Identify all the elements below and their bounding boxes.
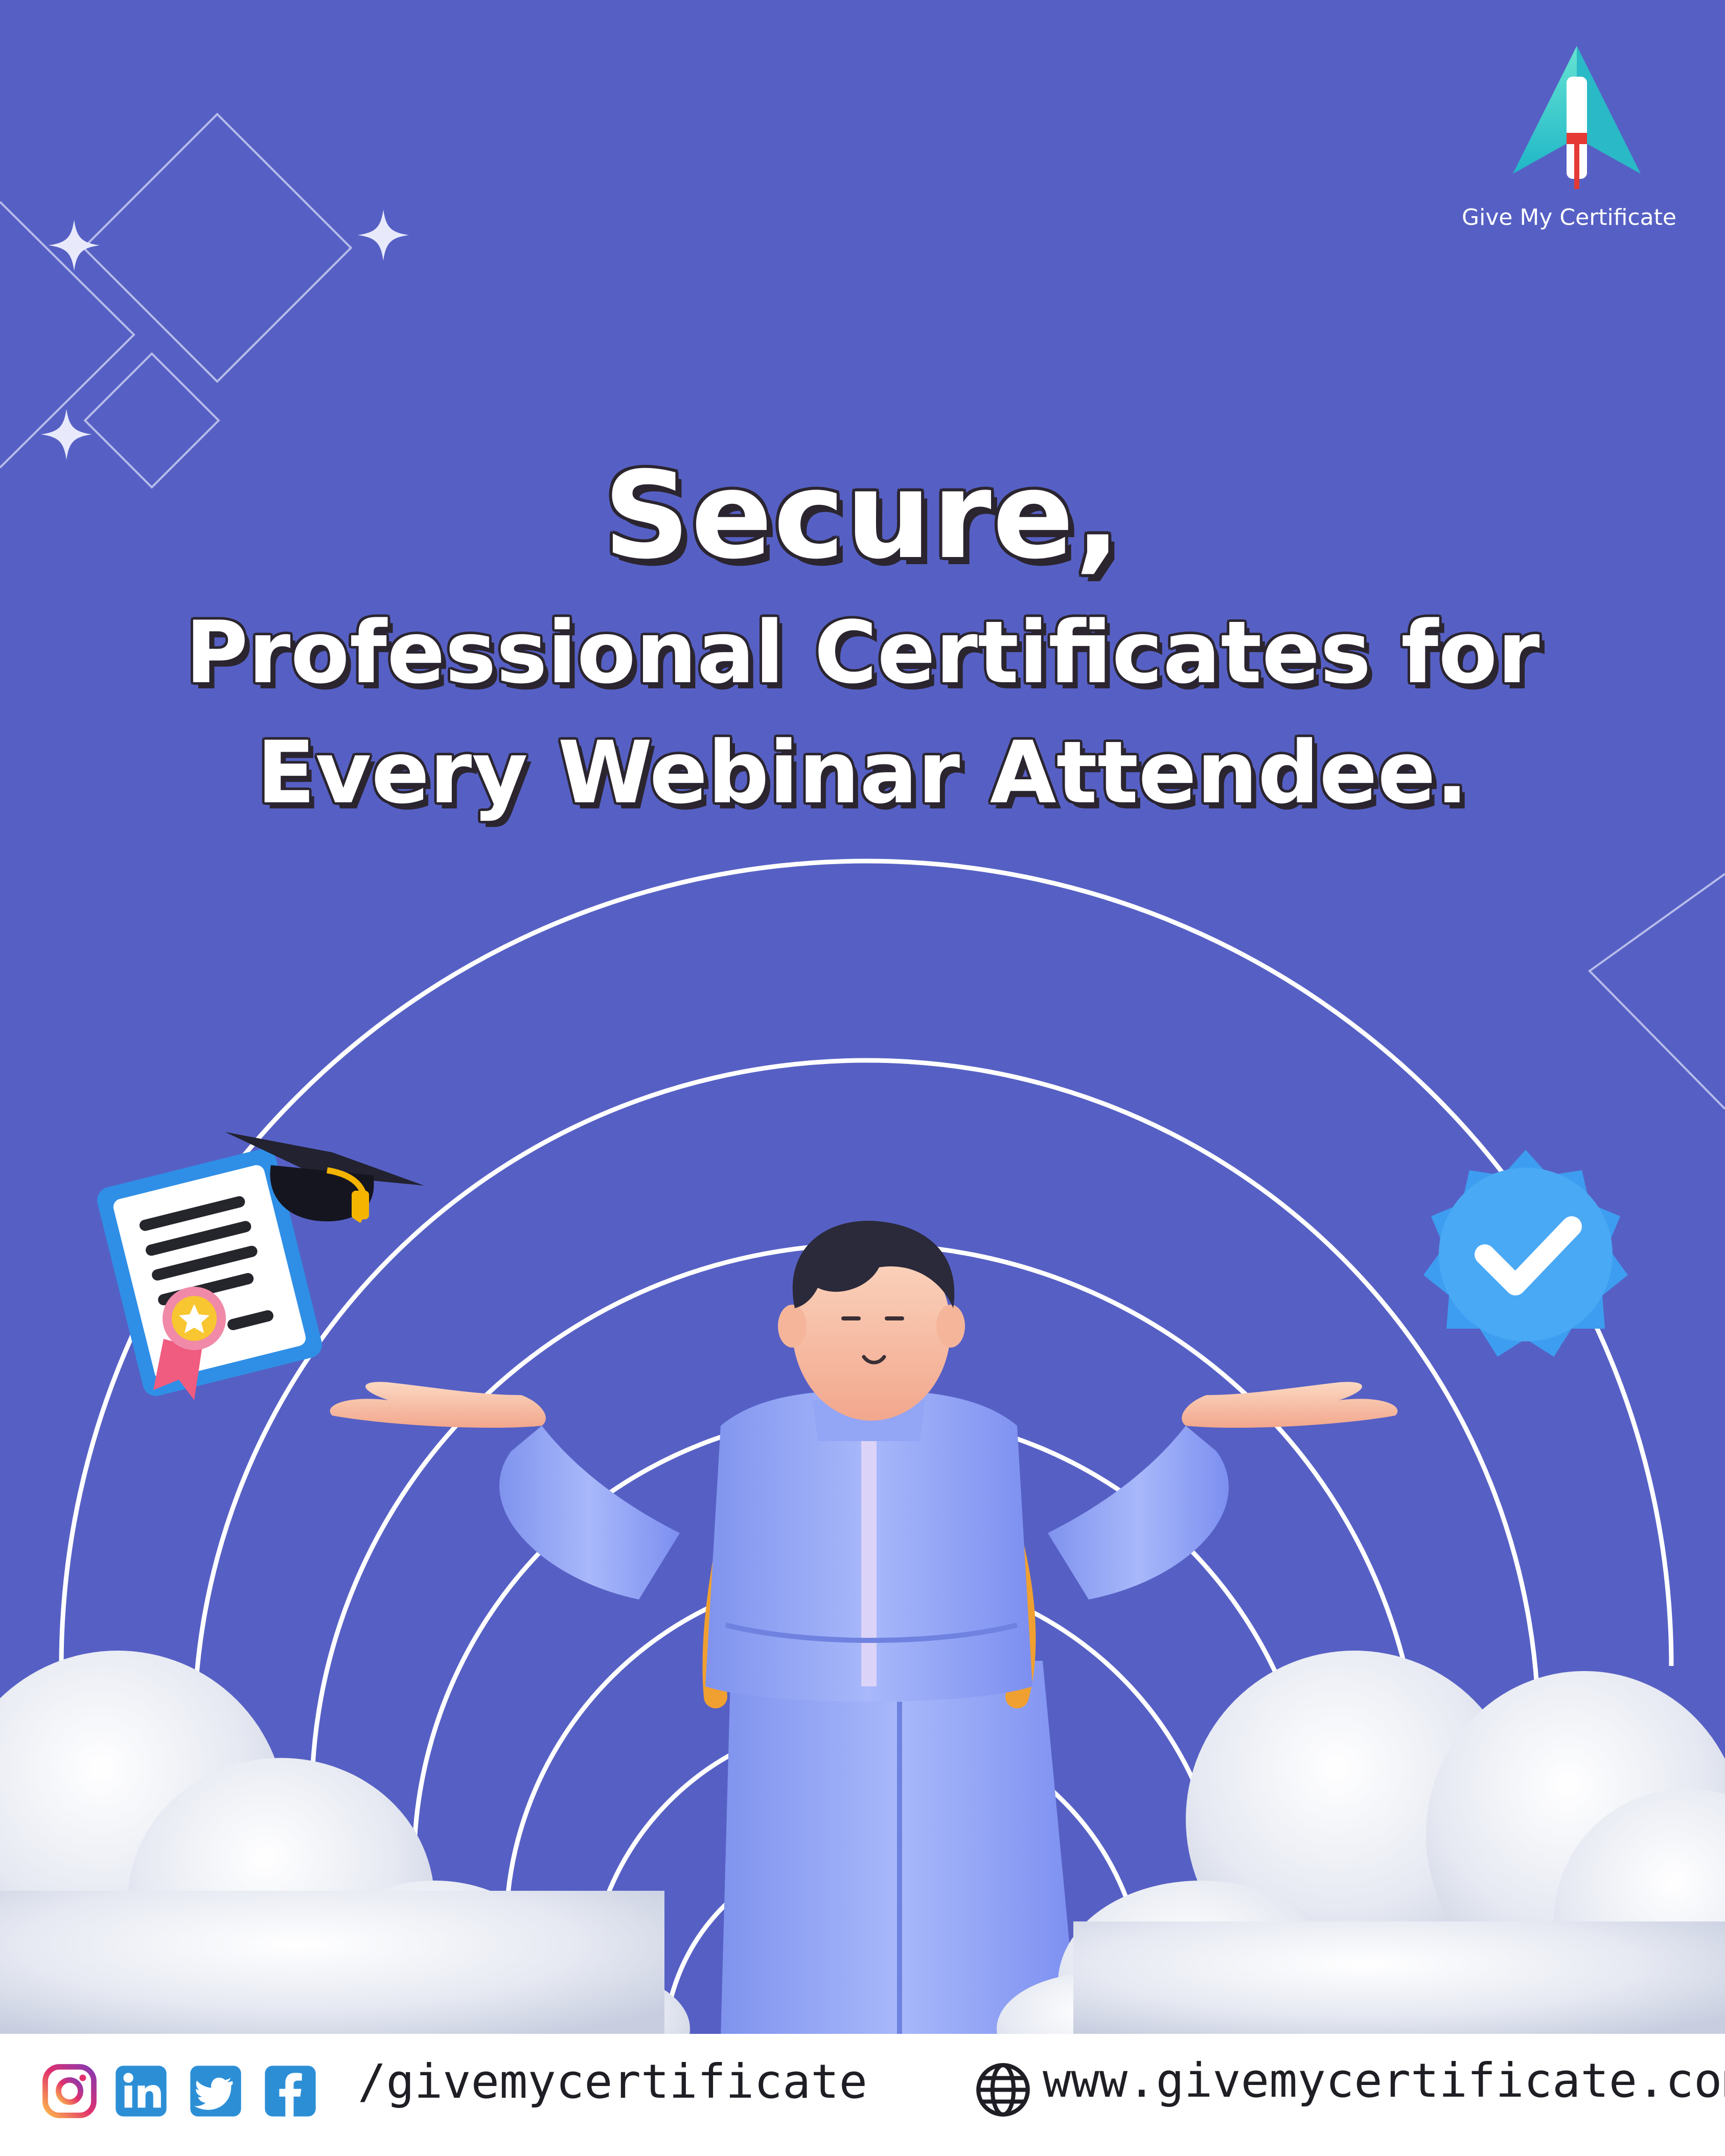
decorative-diamonds (0, 112, 353, 489)
globe-icon (976, 2063, 1030, 2117)
sparkle-icons (41, 210, 409, 460)
linkedin-icon[interactable] (113, 2064, 169, 2119)
twitter-icon[interactable] (188, 2064, 243, 2119)
headline-line-1: Secure, (603, 446, 1122, 586)
headline: Secure, Professional Certificates for Ev… (0, 439, 1725, 833)
verified-check-badge-icon (1423, 1150, 1628, 1357)
decorative-chevron (1588, 873, 1725, 1110)
paper-plane-certificate-icon (1513, 46, 1641, 189)
brand: Give My Certificate (1462, 46, 1676, 240)
instagram-icon[interactable] (42, 2064, 97, 2119)
poster: Give My Certificate Secure, Professional… (0, 0, 1725, 2156)
footer: /givemycertificate www.givemycertificate… (0, 2034, 1725, 2156)
website-link[interactable]: www.givemycertificate.com (1043, 2053, 1725, 2108)
brand-name: Give My Certificate (1462, 204, 1676, 230)
facebook-icon[interactable] (263, 2064, 318, 2119)
headline-line-2: Professional Certificates for (185, 602, 1540, 703)
background-artwork (0, 112, 1725, 2090)
headline-line-3: Every Webinar Attendee. (257, 723, 1468, 823)
social-handle[interactable]: /givemycertificate (358, 2054, 867, 2109)
